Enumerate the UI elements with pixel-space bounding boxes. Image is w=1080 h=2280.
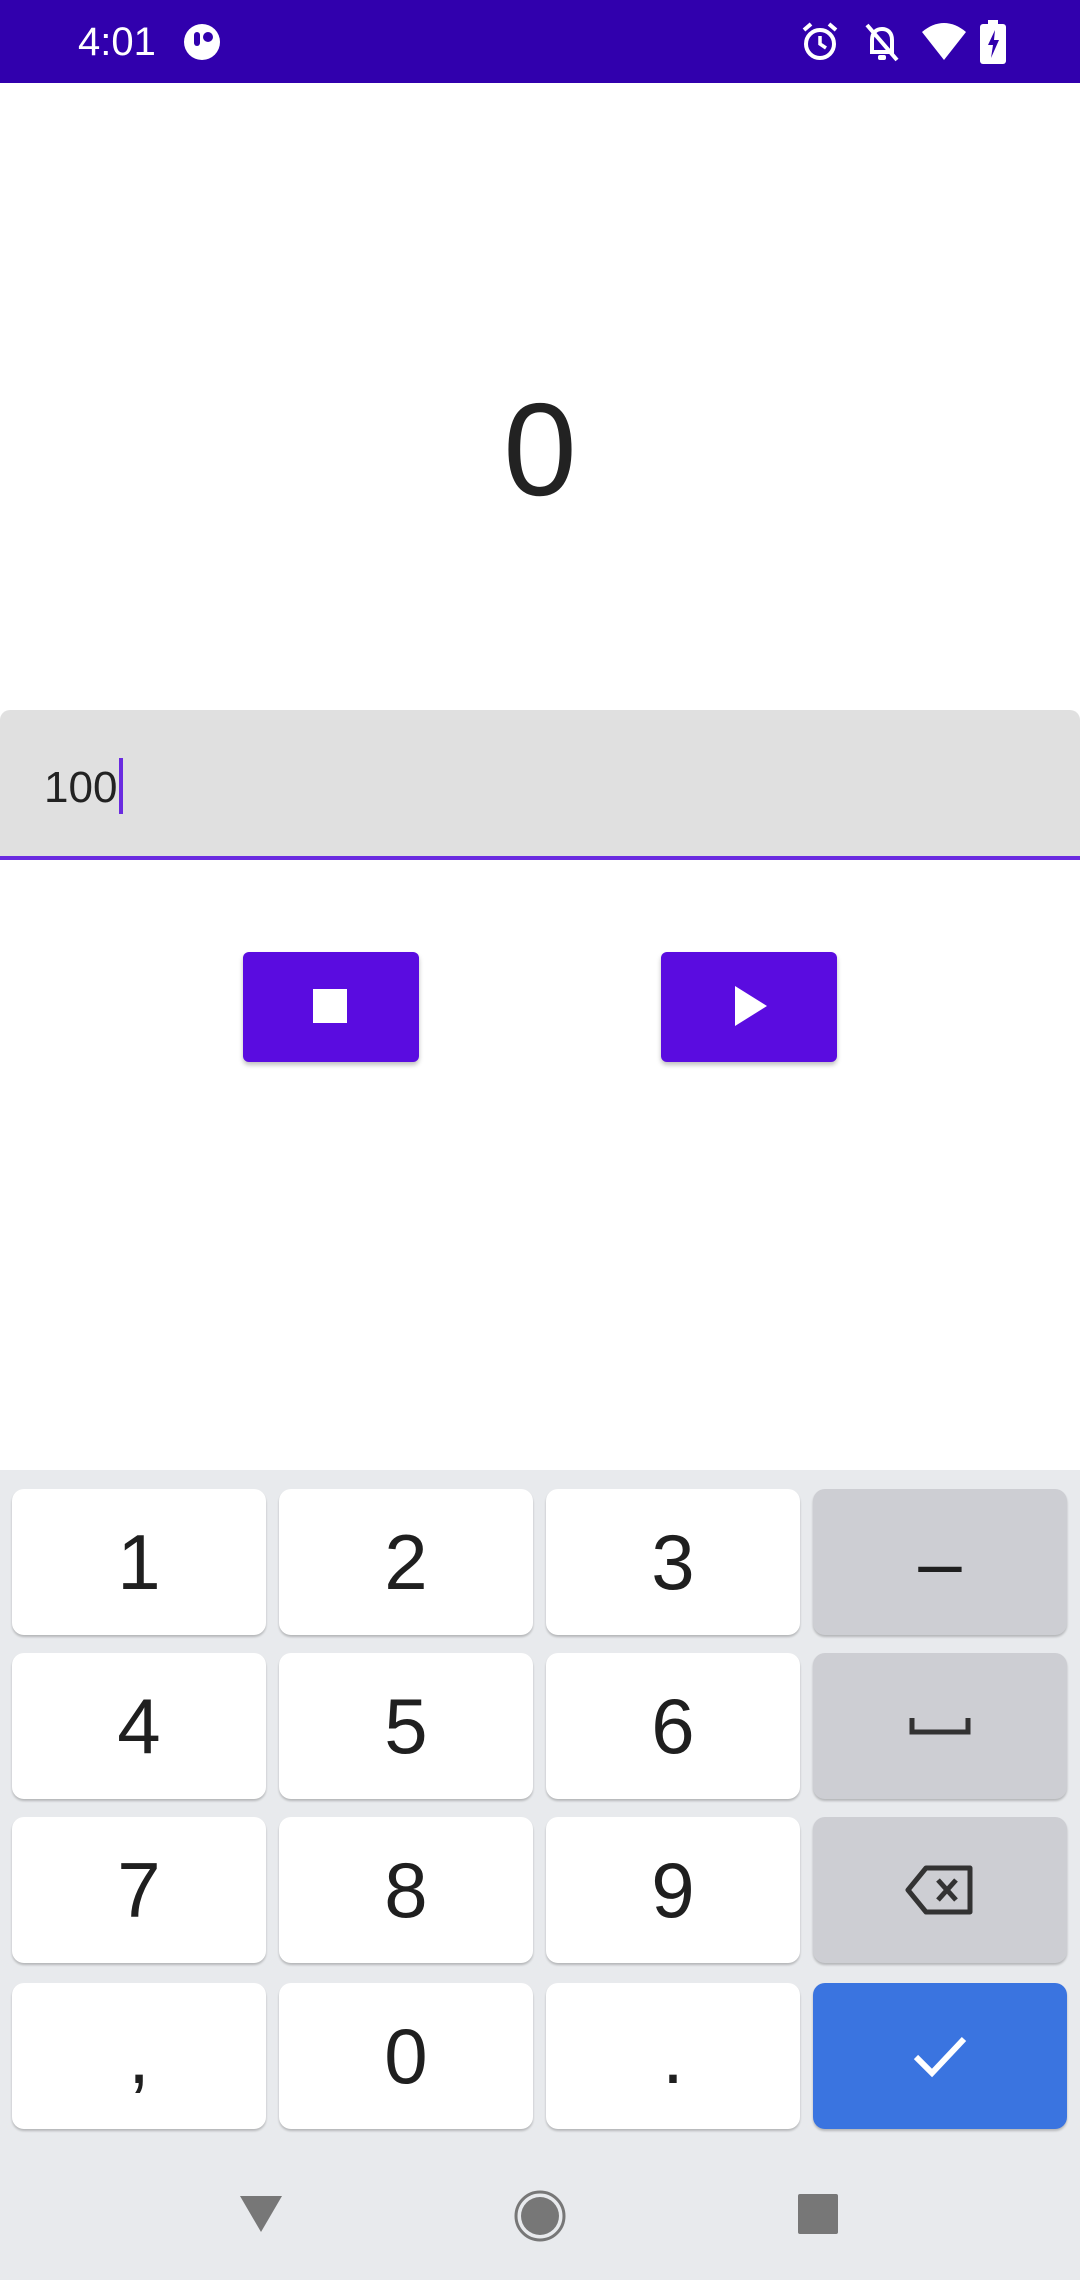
play-icon bbox=[735, 986, 767, 1026]
backspace-icon bbox=[905, 1865, 973, 1915]
key-7[interactable]: 7 bbox=[12, 1817, 266, 1963]
home-icon[interactable] bbox=[514, 2190, 566, 2242]
stop-icon bbox=[313, 989, 347, 1023]
back-icon[interactable] bbox=[238, 2190, 284, 2236]
battery-charging-icon bbox=[980, 20, 1006, 64]
key-done[interactable] bbox=[813, 1983, 1067, 2129]
key-9[interactable]: 9 bbox=[546, 1817, 800, 1963]
key-period[interactable]: . bbox=[546, 1983, 800, 2129]
space-icon bbox=[909, 1718, 971, 1735]
number-input-value: 100 bbox=[44, 763, 118, 812]
key-minus[interactable]: – bbox=[813, 1489, 1067, 1635]
stop-button[interactable] bbox=[243, 952, 419, 1062]
key-5[interactable]: 5 bbox=[279, 1653, 533, 1799]
checkmark-icon bbox=[913, 2036, 967, 2078]
counter-display: 0 bbox=[503, 376, 577, 523]
key-0[interactable]: 0 bbox=[279, 1983, 533, 2129]
navigation-bar bbox=[0, 2150, 1080, 2280]
key-6[interactable]: 6 bbox=[546, 1653, 800, 1799]
key-4[interactable]: 4 bbox=[12, 1653, 266, 1799]
text-cursor bbox=[119, 758, 124, 815]
key-3[interactable]: 3 bbox=[546, 1489, 800, 1635]
key-backspace[interactable] bbox=[813, 1817, 1067, 1963]
key-8[interactable]: 8 bbox=[279, 1817, 533, 1963]
number-input-field[interactable]: 100 bbox=[0, 710, 1080, 860]
wifi-icon bbox=[922, 23, 966, 60]
key-comma[interactable]: , bbox=[12, 1983, 266, 2129]
bell-off-icon bbox=[865, 23, 899, 62]
play-button[interactable] bbox=[661, 952, 837, 1062]
alarm-icon bbox=[802, 22, 838, 60]
recents-icon[interactable] bbox=[798, 2194, 838, 2234]
key-2[interactable]: 2 bbox=[279, 1489, 533, 1635]
key-space[interactable] bbox=[813, 1653, 1067, 1799]
status-time: 4:01 bbox=[78, 20, 156, 64]
status-bar: 4:01 bbox=[0, 0, 1080, 83]
key-1[interactable]: 1 bbox=[12, 1489, 266, 1635]
app-icon bbox=[184, 24, 220, 60]
